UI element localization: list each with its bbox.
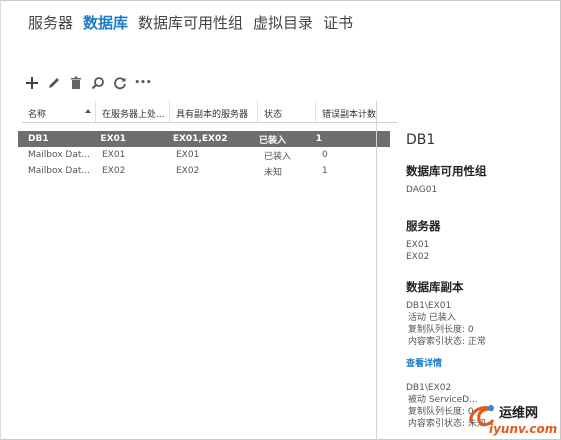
cell-replicas: EX01,EX02 [172,134,228,144]
dag-heading: 数据库可用性组 [406,164,487,178]
tab-dag[interactable]: 数据库可用性组 [138,10,243,35]
column-header-error-count[interactable]: 错误副本计数 [316,101,398,122]
tab-certificates[interactable]: 证书 [323,10,353,35]
details-title: DB1 [406,132,436,148]
cell-name: Mailbox Dat... [28,150,90,160]
cell-status: 已装入 [264,151,292,162]
copies-heading: 数据库副本 [406,280,464,294]
tab-databases[interactable]: 数据库 [83,10,128,35]
cell-server: EX01 [100,134,127,144]
details-pane: DB1 数据库可用性组 DAG01 服务器 EX01 EX02 数据库副本 DB… [406,130,556,430]
sort-ascending-icon [85,109,91,113]
pencil-icon[interactable] [46,75,62,91]
table-row[interactable]: DB1 EX01 EX01,EX02 已装入 1 [18,131,390,147]
tab-servers[interactable]: 服务器 [28,10,73,35]
column-header-status[interactable]: 状态 [258,101,316,122]
top-nav-tabs: 服务器 数据库 数据库可用性组 虚拟目录 证书 [28,10,353,35]
view-details-link[interactable]: 查看详情 [406,356,556,369]
cell-error-count: 1 [322,166,328,176]
cell-name: Mailbox Dat... [28,166,90,176]
database-grid: 名称 在服务器上处... 具有副本的服务器 状态 错误副本计数 DB1 EX01… [18,101,398,179]
table-row[interactable]: Mailbox Dat... EX01 EX01 已装入 0 [22,147,398,163]
cell-replicas: EX02 [176,166,200,176]
trash-icon[interactable] [68,75,84,91]
copy-name: DB1\EX01 [406,301,452,311]
server-item: EX01 [406,240,430,250]
watermark-cn: 运维网 [499,406,539,421]
cell-status: 已装入 [258,135,286,146]
copy-state: 活动 已装入 [408,313,456,323]
copy-index-state: 内容索引状态: 正常 [408,337,486,347]
watermark-logo: 运维网 iyunv.com [467,398,557,438]
cell-name: DB1 [28,134,49,144]
refresh-icon[interactable] [112,75,128,91]
cell-server: EX02 [102,166,126,176]
server-item: EX02 [406,252,430,262]
grid-rows: DB1 EX01 EX01,EX02 已装入 1 Mailbox Dat... … [18,131,398,179]
dag-value: DAG01 [406,185,438,195]
pane-divider [376,101,377,440]
servers-heading: 服务器 [406,219,441,233]
cell-status: 未知 [264,167,283,178]
copy-queue-length: 复制队列长度: 0 [408,325,474,335]
tab-virtual-directories[interactable]: 虚拟目录 [253,10,313,35]
column-header-server[interactable]: 在服务器上处... [96,101,170,122]
column-header-replica-servers[interactable]: 具有副本的服务器 [170,101,258,122]
search-icon[interactable] [90,75,106,91]
cell-error-count: 0 [322,150,328,160]
cell-replicas: EX01 [176,150,200,160]
grid-header: 名称 在服务器上处... 具有副本的服务器 状态 错误副本计数 [22,101,398,123]
more-icon[interactable]: ••• [134,75,152,91]
plus-icon[interactable] [24,75,40,91]
copy-name: DB1\EX02 [406,383,452,393]
column-header-name[interactable]: 名称 [22,101,96,122]
watermark-en: iyunv.com [489,422,558,436]
table-row[interactable]: Mailbox Dat... EX02 EX02 未知 1 [22,163,398,179]
cell-error-count: 1 [315,134,323,144]
toolbar: ••• [24,75,152,91]
cell-server: EX01 [102,150,126,160]
